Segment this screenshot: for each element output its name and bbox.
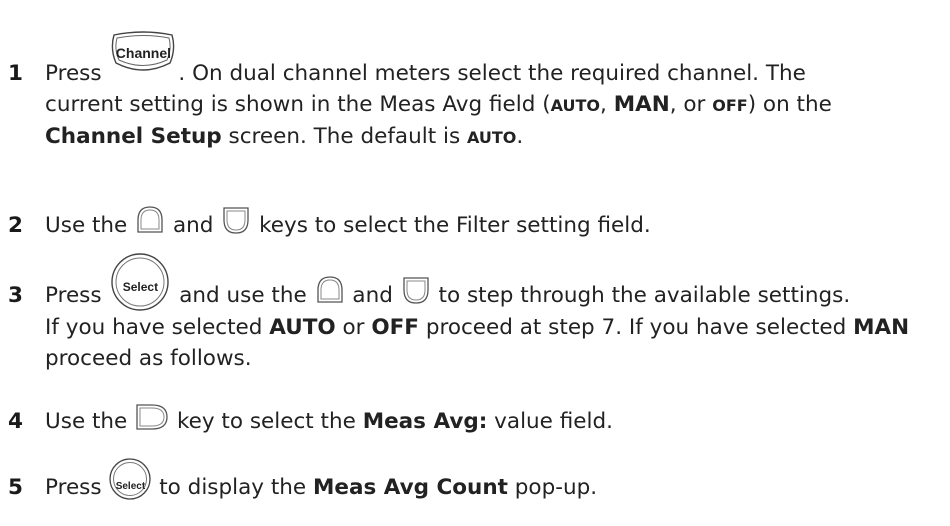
step-3: 3 Press Select and use the and to step t… <box>8 253 950 374</box>
up-arrow-key-icon <box>314 274 346 306</box>
step-text: Use the and keys to select the Filter se… <box>45 206 950 241</box>
select-key-label: Select <box>122 280 159 294</box>
select-key-icon: Select <box>108 457 152 501</box>
step-2: 2 Use the and keys to select the Filter … <box>8 206 950 241</box>
step-text: Press Channel . On dual channel meters s… <box>45 31 950 153</box>
step-1: 1 Press Channel . On dual channel meters… <box>8 31 950 153</box>
step-text: Press Select to display the Meas Avg Cou… <box>45 458 950 503</box>
down-arrow-key-icon <box>400 274 432 306</box>
step-number: 2 <box>8 213 23 238</box>
step-number: 5 <box>8 475 23 500</box>
step-5: 5 Press Select to display the Meas Avg C… <box>8 458 950 503</box>
step-number: 3 <box>8 283 23 308</box>
right-arrow-key-icon <box>134 402 170 432</box>
step-text: Press Select and use the and to step thr… <box>45 253 950 374</box>
channel-key-icon: Channel <box>108 31 178 77</box>
select-key-icon: Select <box>108 252 172 312</box>
step-4: 4 Use the key to select the Meas Avg: va… <box>8 404 950 437</box>
step-text: Use the key to select the Meas Avg: valu… <box>45 404 950 437</box>
up-arrow-key-icon <box>134 204 166 236</box>
step-number: 4 <box>8 409 23 434</box>
step-number: 1 <box>8 61 23 86</box>
channel-key-label: Channel <box>115 45 172 61</box>
select-key-label: Select <box>115 481 146 492</box>
down-arrow-key-icon <box>220 204 252 236</box>
